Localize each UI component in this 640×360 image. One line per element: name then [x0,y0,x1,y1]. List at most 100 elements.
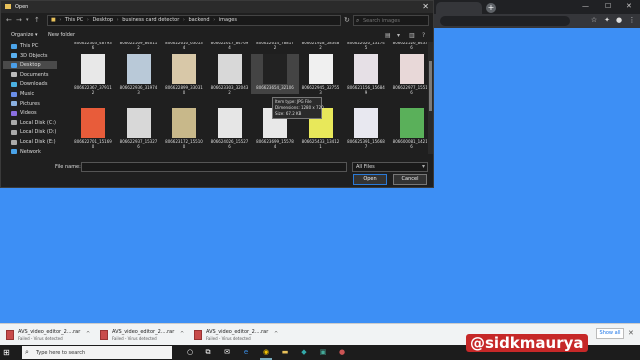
app-icon[interactable]: ● [336,347,348,358]
new-folder-button[interactable]: New folder [48,32,75,38]
search-input[interactable] [363,17,427,25]
sidebar-item[interactable]: Local Disk (C:) [11,119,56,127]
close-icon[interactable]: ✕ [626,2,632,10]
preview-pane-icon[interactable]: ▥ [409,32,415,39]
help-icon[interactable]: ? [422,32,425,39]
mail-icon[interactable]: ✉ [221,347,233,358]
address-bar[interactable] [440,16,570,26]
file-item[interactable]: 806622977_15517 6 [388,54,427,95]
sidebar-item[interactable]: Local Disk (E:) [11,138,56,146]
cortana-icon[interactable]: ○ [184,347,196,358]
file-item[interactable]: 806623172_15510 0 [160,108,208,149]
file-name-suffix: 2 [91,90,95,95]
file-item[interactable]: 806622526_84336 6 [388,42,427,50]
sidebar-item[interactable]: Documents [11,71,49,79]
sidebar-item[interactable]: Network [11,148,41,156]
caret-up-icon[interactable]: ^ [274,331,278,337]
file-item[interactable]: 806622936_31974 3 [115,54,163,95]
profile-icon[interactable]: ● [615,16,623,24]
minimize-icon[interactable]: — [582,2,589,10]
file-item[interactable]: 806622614_78817 2 [251,42,299,50]
windows-start-icon[interactable]: ⊞ [3,348,10,357]
forward-arrow-icon[interactable]: → [16,16,22,24]
download-item[interactable]: AVS_video_editor_2....rar Failed - Virus… [4,327,94,343]
breadcrumb-backend[interactable]: backend [188,16,209,25]
close-download-bar-icon[interactable]: ✕ [628,329,634,337]
breadcrumb[interactable]: ■ › This PC › Desktop › business card de… [47,15,341,26]
file-item[interactable]: 806622701_15169 0 [69,108,117,149]
file-item[interactable]: 806622020_13174 5 [342,42,390,50]
image-thumbnail [217,108,242,138]
sidebar-item-label: Documents [20,71,49,78]
file-explorer-icon[interactable]: ▬ [279,347,291,358]
file-type-select[interactable]: All Files ▾ [352,162,428,172]
caret-up-icon[interactable]: ^ [86,331,90,337]
file-item[interactable]: 806621928_58348 2 [297,42,345,50]
breadcrumb-this-pc[interactable]: This PC [65,16,83,25]
sidebar-item[interactable]: Desktop [3,61,57,70]
download-status: Failed - Virus detected [18,336,63,341]
file-item[interactable]: 806622899_33031 0 [160,54,208,95]
caret-up-icon[interactable]: ^ [180,331,184,337]
file-name-suffix: 4 [273,144,277,149]
cancel-button[interactable]: Cancel [393,174,427,185]
file-name-suffix: 2 [319,45,322,50]
file-name-suffix: 9 [364,90,368,95]
file-name-suffix: 5 [364,45,368,50]
breadcrumb-business-card-detector[interactable]: business card detector [122,16,179,25]
task-view-icon[interactable]: ⧉ [202,347,214,358]
breadcrumb-images[interactable]: images [219,16,237,25]
show-all-button[interactable]: Show all [596,328,624,339]
taskbar-search[interactable]: ⌕ Type here to search [22,346,172,359]
file-item[interactable]: 806622610_63053 4 [160,42,208,50]
file-item[interactable]: 806622303_48793 6 [69,42,117,50]
edge-icon[interactable]: e [240,347,252,358]
up-arrow-icon[interactable]: ↑ [34,16,40,24]
file-item[interactable]: 806622367_37911 2 [69,54,117,95]
file-item[interactable]: 806622945_32755 3 [297,54,345,95]
chrome-icon[interactable]: ◉ [260,347,272,358]
folder-icon [11,81,17,87]
new-tab-button[interactable]: + [486,3,496,13]
organize-button[interactable]: Organize ▾ [11,32,38,38]
file-item[interactable]: 806600081_14212 6 [388,108,427,149]
file-item[interactable]: 806621156_15684 9 [342,54,390,95]
sidebar-item[interactable]: 3D Objects [11,52,48,60]
sidebar-item[interactable]: Videos [11,109,37,117]
sidebar-item[interactable]: Local Disk (D:) [11,128,56,136]
open-button[interactable]: Open [353,174,387,185]
dialog-close-icon[interactable]: ✕ [422,2,429,11]
file-item[interactable]: 806622617_84769 4 [206,42,254,50]
search-box[interactable]: ⌕ [353,15,429,26]
image-thumbnail [217,54,242,84]
sidebar-item[interactable]: Pictures [11,100,40,108]
sidebar-item[interactable]: Downloads [11,80,47,88]
maximize-icon[interactable]: ☐ [605,2,611,10]
file-item[interactable]: 806623654_32106 [251,54,299,94]
sidebar-item[interactable]: Music [11,90,34,98]
back-arrow-icon[interactable]: ← [6,16,12,24]
download-item[interactable]: AVS_video_editor_2....rar Failed - Virus… [192,327,282,343]
recent-locations-icon[interactable]: ▾ [26,17,29,23]
scrollbar-thumb[interactable] [429,61,432,111]
view-options-icon[interactable]: ▤ [385,32,391,39]
file-item[interactable]: 806622509_84611 2 [115,42,163,50]
breadcrumb-desktop[interactable]: Desktop [92,16,113,25]
browser-tab[interactable] [436,2,482,14]
file-item[interactable]: 806623303_32043 2 [206,54,254,95]
file-item[interactable]: 806622937_15327 6 [115,108,163,149]
star-icon[interactable]: ☆ [590,16,598,24]
navigation-row: ← → ▾ ↑ ■ › This PC › Desktop › business… [1,13,433,28]
file-item[interactable]: 806624026_15527 6 [206,108,254,149]
app-icon[interactable]: ▣ [317,347,329,358]
app-icon[interactable]: ◆ [298,347,310,358]
sidebar-item[interactable]: This PC [11,42,38,50]
file-item[interactable]: 806625391_15668 7 [342,108,390,149]
extensions-icon[interactable]: ✦ [603,16,611,24]
archive-file-icon [100,330,108,340]
refresh-icon[interactable]: ↻ [344,16,350,24]
menu-icon[interactable]: ⋮ [628,16,636,24]
file-name-input[interactable] [81,162,347,172]
view-dropdown-icon[interactable]: ▾ [397,32,400,39]
download-item[interactable]: AVS_video_editor_2....rar Failed - Virus… [98,327,188,343]
